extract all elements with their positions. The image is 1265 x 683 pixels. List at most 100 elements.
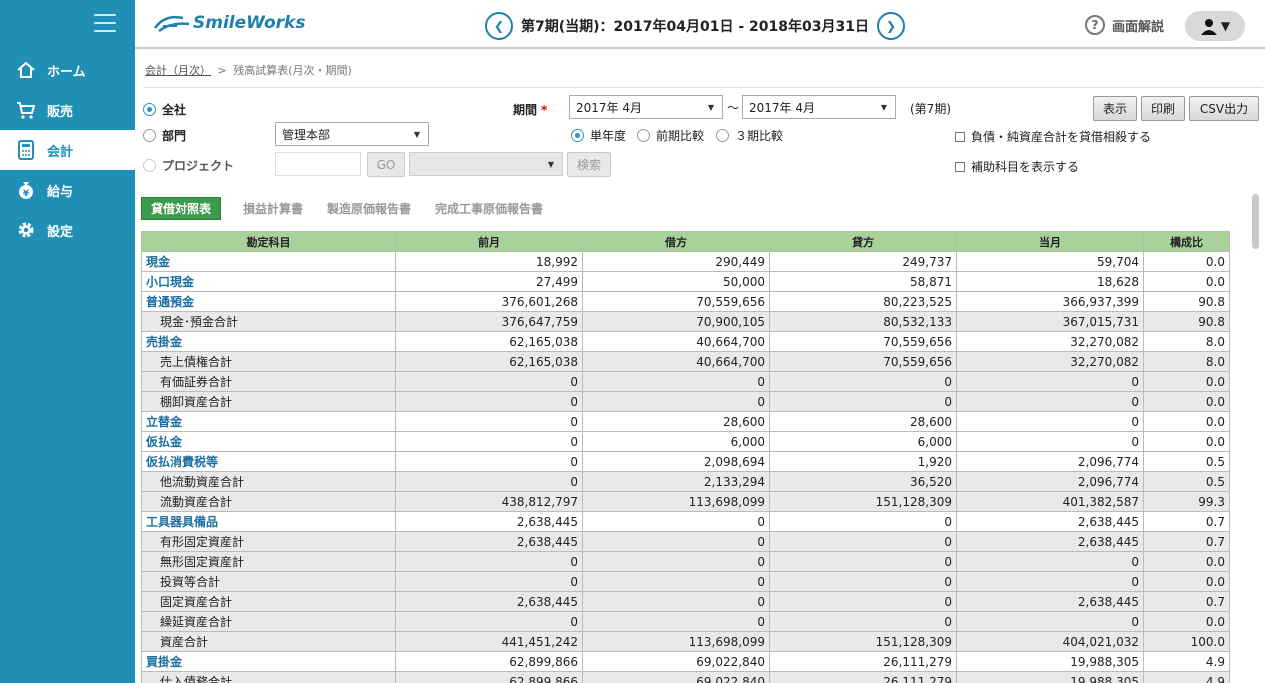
- breadcrumb-accounting-link[interactable]: 会計（月次）: [145, 64, 211, 77]
- prev-compare-radio[interactable]: 前期比較: [637, 127, 704, 144]
- single-year-radio[interactable]: 単年度: [571, 127, 626, 144]
- sidebar-item-sales[interactable]: 販売: [0, 90, 135, 130]
- breadcrumb-current: 残高試算表(月次・期間): [233, 64, 352, 77]
- scope-project-radio[interactable]: プロジェクト: [143, 157, 234, 174]
- table-row[interactable]: 現金･預金合計 376,647,759 70,900,105 80,532,133 36…: [141, 311, 1230, 332]
- table-row[interactable]: 売上債権合計 62,165,038 40,664,700 70,559,656 32,2…: [141, 351, 1230, 372]
- amount-cell: 0: [395, 411, 583, 432]
- table-row[interactable]: 小口現金 27,499 50,000 58,871 18,628 0.0: [141, 271, 1230, 292]
- account-name-cell: 流動資産合計: [141, 491, 396, 512]
- tab-income-statement[interactable]: 損益計算書: [231, 197, 315, 220]
- question-icon: ?: [1085, 15, 1105, 35]
- sidebar-item-accounting[interactable]: 会計: [0, 130, 135, 170]
- amount-cell: 0.0: [1143, 411, 1230, 432]
- search-button[interactable]: 検索: [567, 152, 611, 177]
- amount-cell: 438,812,797: [395, 491, 583, 512]
- col-header[interactable]: 貸方: [769, 231, 957, 252]
- table-row[interactable]: 売掛金 62,165,038 40,664,700 70,559,656 32,270,…: [141, 331, 1230, 352]
- account-name-cell[interactable]: 現金: [141, 251, 396, 272]
- next-period-button[interactable]: ❯: [876, 12, 905, 40]
- tab-manufacturing-cost[interactable]: 製造原価報告書: [315, 197, 423, 220]
- sidebar-item-label: 会計: [47, 144, 74, 160]
- amount-cell: 2,096,774: [956, 471, 1144, 492]
- table-row[interactable]: 仮払金 0 6,000 6,000 0 0.0: [141, 431, 1230, 452]
- app-logo[interactable]: SmileWorks: [153, 12, 305, 34]
- amount-cell: 0: [956, 371, 1144, 392]
- sidebar-item-payroll[interactable]: ¥ 給与: [0, 170, 135, 210]
- menu-icon[interactable]: [94, 14, 116, 32]
- table-row[interactable]: 工具器具備品 2,638,445 0 0 2,638,445 0.7: [141, 511, 1230, 532]
- tab-construction-cost[interactable]: 完成工事原価報告書: [423, 197, 555, 220]
- print-button[interactable]: 印刷: [1141, 96, 1185, 121]
- account-name-cell[interactable]: 買掛金: [141, 651, 396, 672]
- scope-dept-radio[interactable]: 部門: [143, 127, 186, 144]
- table-row[interactable]: 普通預金 376,601,268 70,559,656 80,223,525 366,9…: [141, 291, 1230, 312]
- account-name-cell: 有価証券合計: [141, 371, 396, 392]
- amount-cell: 32,270,082: [956, 351, 1144, 372]
- account-name-cell[interactable]: 仮払消費税等: [141, 451, 396, 472]
- show-button[interactable]: 表示: [1093, 96, 1137, 121]
- account-name-cell[interactable]: 仮払金: [141, 431, 396, 452]
- amount-cell: 2,133,294: [582, 471, 770, 492]
- col-header[interactable]: 借方: [582, 231, 770, 252]
- prev-period-button[interactable]: ❮: [485, 12, 513, 40]
- scrollbar-thumb[interactable]: [1252, 194, 1259, 249]
- amount-cell: 0: [395, 391, 583, 412]
- table-row[interactable]: 現金 18,992 290,449 249,737 59,704 0.0: [141, 251, 1230, 272]
- amount-cell: 0.0: [1143, 391, 1230, 412]
- table-row[interactable]: 立替金 0 28,600 28,600 0 0.0: [141, 411, 1230, 432]
- col-header[interactable]: 前月: [395, 231, 583, 252]
- csv-export-button[interactable]: CSV出力: [1189, 96, 1259, 121]
- account-name-cell[interactable]: 小口現金: [141, 271, 396, 292]
- amount-cell: 70,559,656: [582, 291, 770, 312]
- help-link[interactable]: ? 画面解説: [1085, 15, 1164, 35]
- amount-cell: 40,664,700: [582, 351, 770, 372]
- table-row[interactable]: 無形固定資産計 0 0 0 0 0.0: [141, 551, 1230, 572]
- tab-balance-sheet[interactable]: 貸借対照表: [141, 197, 222, 220]
- three-compare-radio[interactable]: ３期比較: [716, 127, 783, 144]
- account-name-cell[interactable]: 普通預金: [141, 291, 396, 312]
- amount-cell: 0: [956, 411, 1144, 432]
- amount-cell: 0: [769, 611, 957, 632]
- period-to-select[interactable]: 2017年 4月 ▼: [742, 95, 896, 119]
- table-row[interactable]: 流動資産合計 438,812,797 113,698,099 151,128,309 4…: [141, 491, 1230, 512]
- divider: [143, 87, 1263, 88]
- table-row[interactable]: 他流動資産合計 0 2,133,294 36,520 2,096,774 0.5: [141, 471, 1230, 492]
- amount-cell: 0: [582, 511, 770, 532]
- table-row[interactable]: 資産合計 441,451,242 113,698,099 151,128,309 404…: [141, 631, 1230, 652]
- table-row[interactable]: 買掛金 62,899,866 69,022,840 26,111,279 19,988,…: [141, 651, 1230, 672]
- account-name-cell[interactable]: 売掛金: [141, 331, 396, 352]
- dept-select[interactable]: 管理本部 ▼: [275, 122, 429, 146]
- amount-cell: 0.0: [1143, 271, 1230, 292]
- sidebar-item-settings[interactable]: 設定: [0, 210, 135, 250]
- scope-all-radio[interactable]: 全社: [143, 101, 186, 118]
- amount-cell: 113,698,099: [582, 631, 770, 652]
- offset-checkbox[interactable]: 負債・純資産合計を貸借相殺する: [955, 128, 1151, 145]
- col-header[interactable]: 当月: [956, 231, 1144, 252]
- user-menu-button[interactable]: ▼: [1185, 11, 1245, 41]
- table-row[interactable]: 投資等合計 0 0 0 0 0.0: [141, 571, 1230, 592]
- amount-cell: 0: [582, 531, 770, 552]
- vertical-scrollbar[interactable]: [1252, 186, 1260, 683]
- col-header[interactable]: 構成比: [1143, 231, 1230, 252]
- table-row[interactable]: 仕入債務合計 62,899,866 69,022,840 26,111,279 19,9…: [141, 671, 1230, 683]
- amount-cell: 0: [395, 431, 583, 452]
- show-sub-checkbox[interactable]: 補助科目を表示する: [955, 158, 1079, 175]
- account-name-cell[interactable]: 立替金: [141, 411, 396, 432]
- table-row[interactable]: 固定資産合計 2,638,445 0 0 2,638,445 0.7: [141, 591, 1230, 612]
- project-select[interactable]: ▼: [409, 152, 563, 176]
- col-header[interactable]: 勘定科目: [141, 231, 396, 252]
- period-from-select[interactable]: 2017年 4月 ▼: [569, 95, 723, 119]
- table-row[interactable]: 仮払消費税等 0 2,098,694 1,920 2,096,774 0.5: [141, 451, 1230, 472]
- table-row[interactable]: 有形固定資産計 2,638,445 0 0 2,638,445 0.7: [141, 531, 1230, 552]
- table-row[interactable]: 棚卸資産合計 0 0 0 0 0.0: [141, 391, 1230, 412]
- sidebar-item-home[interactable]: ホーム: [0, 50, 135, 90]
- amount-cell: 0.0: [1143, 371, 1230, 392]
- account-name-cell[interactable]: 工具器具備品: [141, 511, 396, 532]
- table-row[interactable]: 有価証券合計 0 0 0 0 0.0: [141, 371, 1230, 392]
- project-code-input[interactable]: [275, 152, 361, 176]
- amount-cell: 50,000: [582, 271, 770, 292]
- go-button[interactable]: GO: [367, 152, 405, 177]
- table-row[interactable]: 繰延資産合計 0 0 0 0 0.0: [141, 611, 1230, 632]
- amount-cell: 8.0: [1143, 351, 1230, 372]
